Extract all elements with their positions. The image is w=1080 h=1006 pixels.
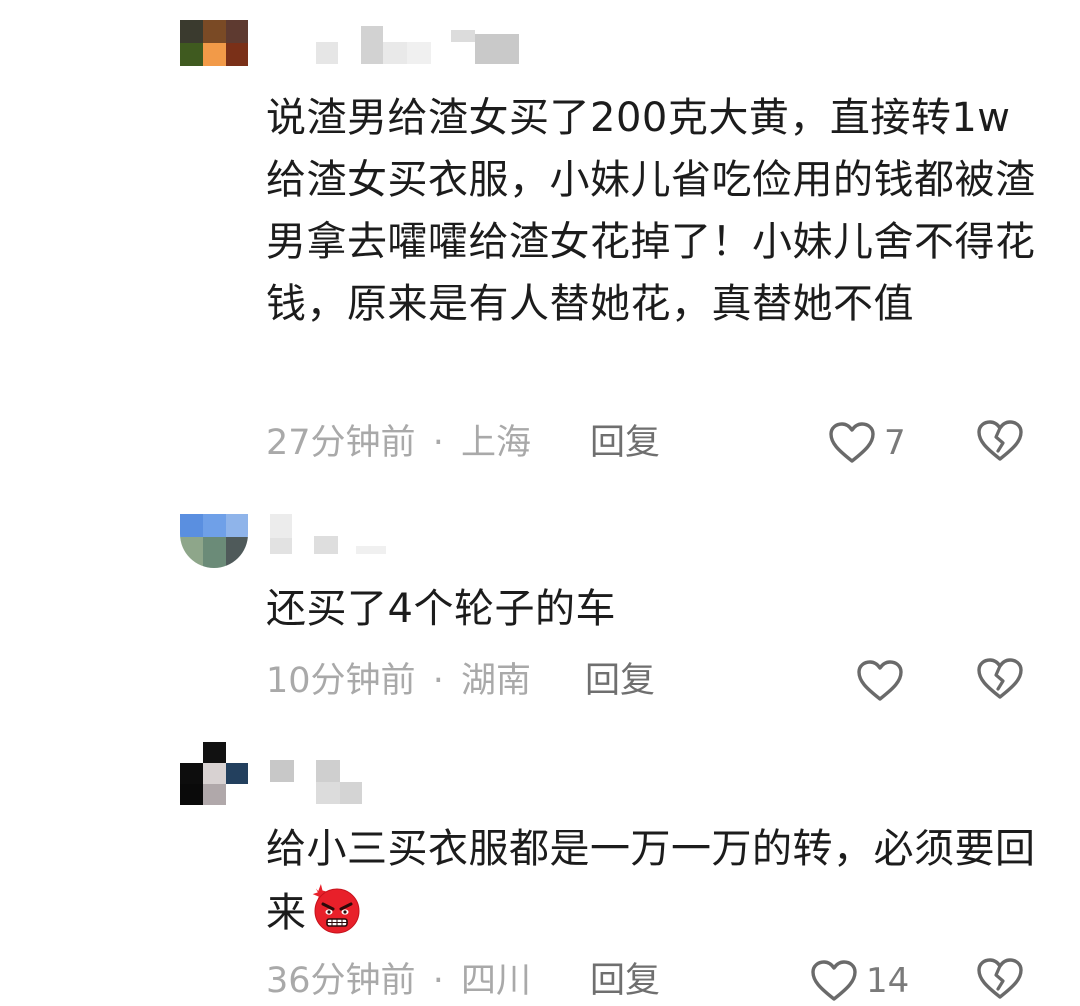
like-button[interactable]	[856, 656, 912, 706]
heart-outline-icon	[810, 959, 858, 1003]
avatar[interactable]	[180, 514, 248, 568]
like-count: 7	[884, 423, 906, 463]
avatar[interactable]	[180, 742, 248, 805]
comment-text: 说渣男给渣女买了200克大黄，直接转1w给渣女买衣服，小妹儿省吃俭用的钱都被渣男…	[266, 95, 1036, 327]
meta-separator: ·	[432, 423, 444, 463]
comment-meta: 27分钟前 · 上海	[266, 418, 531, 468]
dislike-button[interactable]	[976, 656, 1024, 706]
username-blurred[interactable]	[266, 20, 566, 66]
heart-outline-icon	[828, 421, 876, 465]
comment-meta: 10分钟前 · 湖南	[266, 656, 531, 706]
meta-separator: ·	[432, 661, 444, 701]
reply-button[interactable]: 回复	[590, 418, 660, 468]
heart-outline-icon	[856, 659, 904, 703]
reply-button[interactable]: 回复	[585, 656, 655, 706]
comment-location: 四川	[460, 961, 531, 1001]
dislike-button[interactable]	[976, 418, 1024, 468]
broken-heart-icon	[976, 957, 1024, 1005]
avatar[interactable]	[180, 20, 248, 66]
username-blurred[interactable]	[266, 514, 566, 560]
comment-time: 27分钟前	[266, 423, 416, 463]
comment-location: 湖南	[460, 661, 531, 701]
broken-heart-icon	[976, 419, 1024, 467]
dislike-button[interactable]	[976, 956, 1024, 1006]
broken-heart-icon	[976, 657, 1024, 705]
reply-button[interactable]: 回复	[590, 956, 660, 1006]
comment-text: 还买了4个轮子的车	[266, 586, 616, 632]
comment-text-body: 给小三买衣服都是一万一万的转，必须要回来	[266, 826, 1036, 936]
comment-location: 上海	[460, 423, 531, 463]
comment-text: 给小三买衣服都是一万一万的转，必须要回来	[266, 818, 1036, 944]
like-count: 14	[866, 961, 910, 1001]
comment-meta: 36分钟前 · 四川	[266, 956, 531, 1006]
comment-time: 10分钟前	[266, 661, 416, 701]
meta-separator: ·	[432, 961, 444, 1001]
angry-face-emoji	[307, 879, 363, 936]
like-button[interactable]: 14	[810, 956, 909, 1006]
comment-time: 36分钟前	[266, 961, 416, 1001]
username-blurred[interactable]	[266, 760, 566, 806]
like-button[interactable]: 7	[828, 418, 906, 468]
